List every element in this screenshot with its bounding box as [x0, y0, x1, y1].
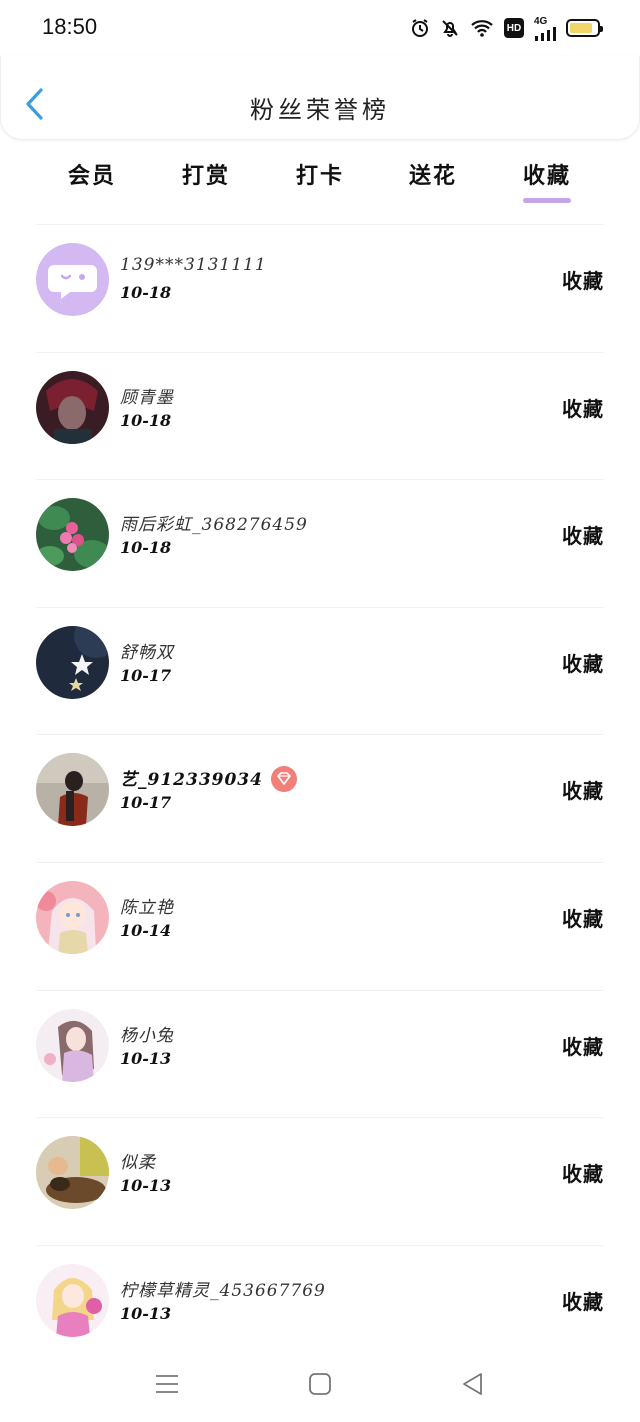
- mute-icon: [440, 18, 460, 38]
- anime-girl-avatar-icon: [36, 1008, 109, 1082]
- item-date: 10-18: [120, 283, 172, 302]
- avatar[interactable]: [36, 243, 109, 316]
- list-item[interactable]: 雨后彩虹_368276459 10-18 收藏: [0, 480, 640, 608]
- user-name: 艺_912339034: [120, 765, 297, 794]
- avatar[interactable]: [36, 498, 109, 572]
- item-action-label: 收藏: [562, 906, 604, 931]
- menu-icon: [156, 1375, 178, 1393]
- list-item[interactable]: 艺_912339034 10-17 收藏: [0, 735, 640, 863]
- item-date: 10-18: [120, 538, 172, 558]
- network-label: 4G: [534, 15, 548, 27]
- item-action-label: 收藏: [562, 524, 604, 549]
- default-chat-avatar-icon: [36, 243, 109, 316]
- list-item[interactable]: 柠檬草精灵_453667769 10-13 收藏: [0, 1246, 640, 1374]
- list-item[interactable]: 似柔 10-13 收藏: [0, 1118, 640, 1246]
- fan-list: 139***3131111 10-18 收藏 顾青墨 10-18 收藏 雨后彩虹…: [0, 225, 640, 1373]
- star-avatar-icon: [36, 625, 109, 699]
- list-item[interactable]: 舒畅双 10-17 收藏: [0, 608, 640, 736]
- home-icon: [309, 1373, 331, 1395]
- item-date: 10-17: [120, 793, 172, 813]
- tab-bar: 会员 打赏 打卡 送花 收藏: [0, 150, 640, 210]
- tab-members[interactable]: 会员: [47, 158, 137, 190]
- home-button[interactable]: [306, 1370, 334, 1398]
- item-action-label: 收藏: [562, 1289, 604, 1314]
- item-date: 10-18: [120, 410, 172, 430]
- active-tab-indicator: [523, 198, 571, 203]
- user-name: 139***3131111: [120, 255, 267, 275]
- item-action-label: 收藏: [562, 396, 604, 421]
- tab-favorites[interactable]: 收藏: [502, 158, 592, 190]
- pet-avatar-icon: [36, 1136, 109, 1210]
- status-icons: HD 4G: [410, 16, 603, 41]
- user-name: 陈立艳: [120, 897, 174, 918]
- avatar[interactable]: [36, 1136, 109, 1210]
- avatar[interactable]: [36, 1263, 109, 1337]
- item-action-label: 收藏: [562, 1162, 604, 1187]
- item-date: 10-13: [120, 1048, 172, 1068]
- user-name: 杨小兔: [120, 1025, 174, 1046]
- avatar[interactable]: [36, 753, 109, 827]
- list-item[interactable]: 顾青墨 10-18 收藏: [0, 353, 640, 481]
- list-item[interactable]: 杨小兔 10-13 收藏: [0, 991, 640, 1119]
- tab-flowers[interactable]: 送花: [388, 158, 478, 190]
- status-bar: 18:50 HD 4G: [0, 0, 640, 56]
- anime-girl-avatar-icon: [36, 1263, 109, 1337]
- item-date: 10-17: [120, 665, 172, 685]
- tab-checkin[interactable]: 打卡: [275, 158, 365, 190]
- item-date: 10-14: [120, 920, 172, 940]
- avatar[interactable]: [36, 880, 109, 954]
- wifi-icon: [470, 18, 494, 38]
- item-date: 10-13: [120, 1303, 172, 1323]
- user-name: 雨后彩虹_368276459: [120, 515, 308, 536]
- hd-icon: HD: [504, 18, 524, 38]
- battery-icon: [566, 19, 603, 37]
- photo-avatar-icon: [36, 753, 109, 827]
- user-name: 柠檬草精灵_453667769: [120, 1280, 326, 1301]
- avatar[interactable]: [36, 1008, 109, 1082]
- user-name: 舒畅双: [120, 642, 174, 663]
- user-name-text: 艺_912339034: [120, 770, 263, 791]
- back-nav-button[interactable]: [459, 1370, 487, 1398]
- page-title: 粉丝荣誉榜: [250, 96, 390, 124]
- diamond-icon: [270, 765, 297, 792]
- signal-icon: 4G: [534, 16, 556, 41]
- alarm-icon: [410, 18, 430, 38]
- user-name: 顾青墨: [120, 387, 174, 408]
- item-action-label: 收藏: [562, 779, 604, 804]
- header: 粉丝荣誉榜: [0, 56, 640, 140]
- item-action-label: 收藏: [562, 269, 604, 293]
- photo-avatar-icon: [36, 370, 109, 444]
- flower-avatar-icon: [36, 498, 109, 572]
- item-action-label: 收藏: [562, 1034, 604, 1059]
- list-item[interactable]: 139***3131111 10-18 收藏: [0, 225, 640, 353]
- tab-rewards[interactable]: 打赏: [161, 158, 251, 190]
- back-triangle-icon: [463, 1373, 482, 1395]
- list-item[interactable]: 陈立艳 10-14 收藏: [0, 863, 640, 991]
- item-date: 10-13: [120, 1176, 172, 1196]
- anime-girl-avatar-icon: [36, 880, 109, 954]
- avatar[interactable]: [36, 370, 109, 444]
- avatar[interactable]: [36, 625, 109, 699]
- menu-button[interactable]: [153, 1370, 181, 1398]
- status-time: 18:50: [42, 14, 98, 39]
- battery-fill: [570, 23, 593, 33]
- item-action-label: 收藏: [562, 651, 604, 676]
- user-name: 似柔: [120, 1153, 156, 1174]
- system-nav-bar: [0, 1356, 640, 1422]
